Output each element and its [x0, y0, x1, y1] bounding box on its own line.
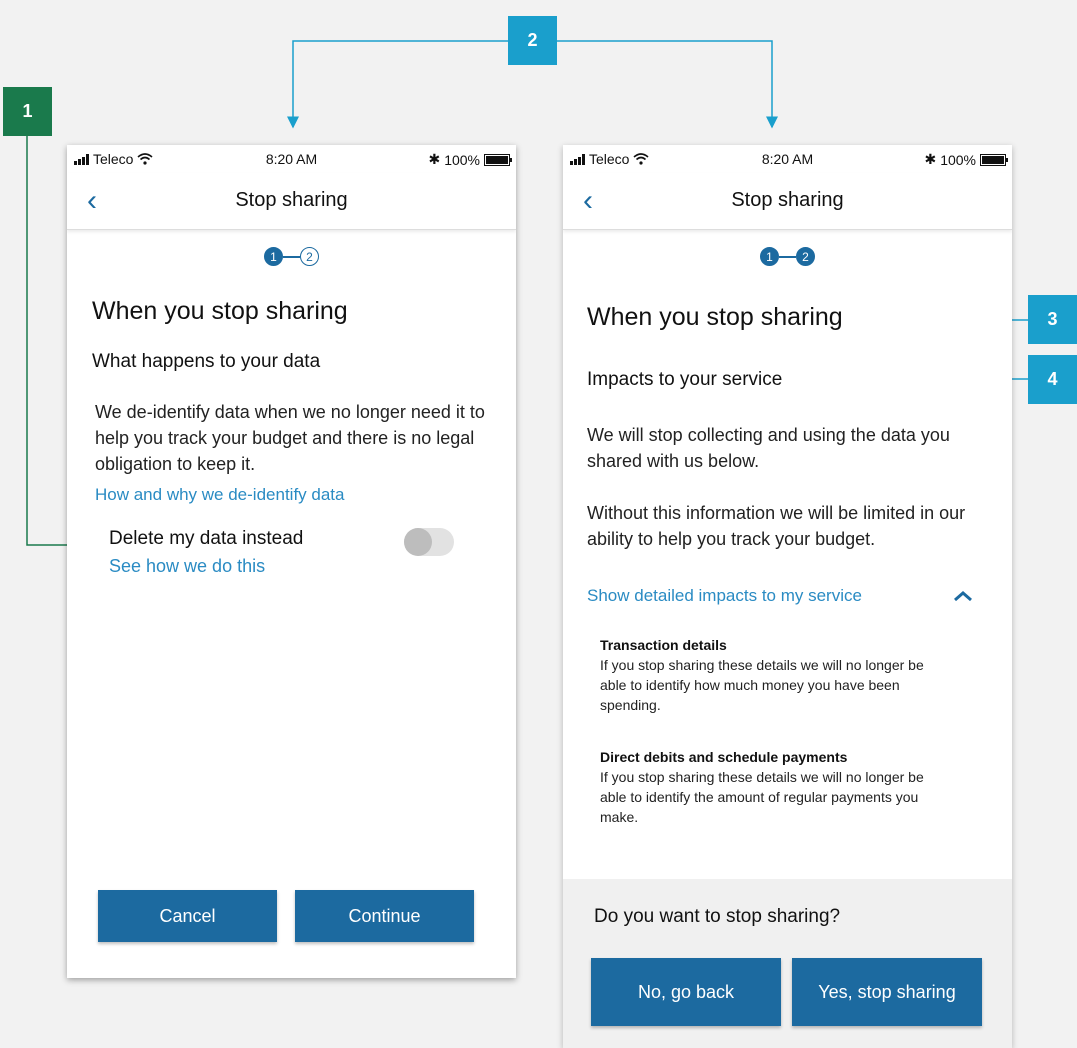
- step-2-indicator: 2: [300, 247, 319, 266]
- step-indicator: 1 2: [67, 247, 516, 266]
- nav-title: Stop sharing: [731, 189, 844, 211]
- impact-title: Direct debits and schedule payments: [600, 749, 848, 765]
- impact-title: Transaction details: [600, 637, 727, 653]
- status-bar: Teleco 8:20 AM ✱ 100%: [67, 145, 516, 173]
- step-1-indicator: 1: [264, 247, 283, 266]
- battery-icon: [484, 153, 512, 166]
- no-go-back-button[interactable]: No, go back: [591, 958, 781, 1026]
- cancel-button[interactable]: Cancel: [98, 890, 277, 942]
- confirm-question: Do you want to stop sharing?: [594, 906, 841, 927]
- bluetooth-icon: ✱: [428, 151, 441, 167]
- delete-data-label: Delete my data instead: [109, 528, 304, 549]
- body-text-2: Without this information we will be limi…: [587, 503, 966, 549]
- status-bar: Teleco 8:20 AM ✱ 100%: [563, 145, 1012, 173]
- deidentify-info-link[interactable]: How and why we de-identify data: [95, 485, 344, 505]
- nav-title: Stop sharing: [235, 189, 348, 211]
- phone-screen-step-2: Teleco 8:20 AM ✱ 100% ‹ Stop sharing 1 2…: [563, 145, 1012, 1048]
- annotation-badge-4: 4: [1028, 355, 1077, 404]
- page-title: When you stop sharing: [92, 297, 348, 325]
- yes-stop-sharing-button[interactable]: Yes, stop sharing: [792, 958, 982, 1026]
- body-text: We de-identify data when we no longer ne…: [95, 402, 485, 474]
- impact-item: Direct debits and schedule payments If y…: [600, 747, 950, 827]
- continue-button[interactable]: Continue: [295, 890, 474, 942]
- impact-item: Transaction details If you stop sharing …: [600, 635, 950, 715]
- step-indicator: 1 2: [563, 247, 1012, 266]
- annotation-badge-2: 2: [508, 16, 557, 65]
- impact-text: If you stop sharing these details we wil…: [600, 657, 924, 713]
- annotation-badge-3: 3: [1028, 295, 1077, 344]
- page-title: When you stop sharing: [587, 303, 843, 331]
- battery-percent: 100%: [940, 151, 976, 168]
- see-how-link[interactable]: See how we do this: [109, 556, 265, 577]
- section-heading: Impacts to your service: [587, 369, 783, 390]
- section-heading: What happens to your data: [92, 351, 321, 372]
- battery-percent: 100%: [444, 151, 480, 168]
- phone-screen-step-1: Teleco 8:20 AM ✱ 100% ‹ Stop sharing 1 2…: [67, 145, 516, 978]
- step-1-indicator: 1: [760, 247, 779, 266]
- chevron-up-icon[interactable]: [952, 589, 974, 603]
- bluetooth-icon: ✱: [924, 151, 937, 167]
- step-2-indicator: 2: [796, 247, 815, 266]
- battery-icon: [980, 153, 1008, 166]
- annotation-badge-1: 1: [3, 87, 52, 136]
- show-impacts-link[interactable]: Show detailed impacts to my service: [587, 586, 862, 606]
- confirmation-footer: Do you want to stop sharing? No, go back…: [563, 879, 1012, 1048]
- nav-bar: ‹ Stop sharing: [563, 173, 1012, 230]
- impact-text: If you stop sharing these details we wil…: [600, 769, 924, 825]
- delete-data-toggle[interactable]: [404, 528, 454, 556]
- body-text-1: We will stop collecting and using the da…: [587, 425, 950, 471]
- nav-bar: ‹ Stop sharing: [67, 173, 516, 230]
